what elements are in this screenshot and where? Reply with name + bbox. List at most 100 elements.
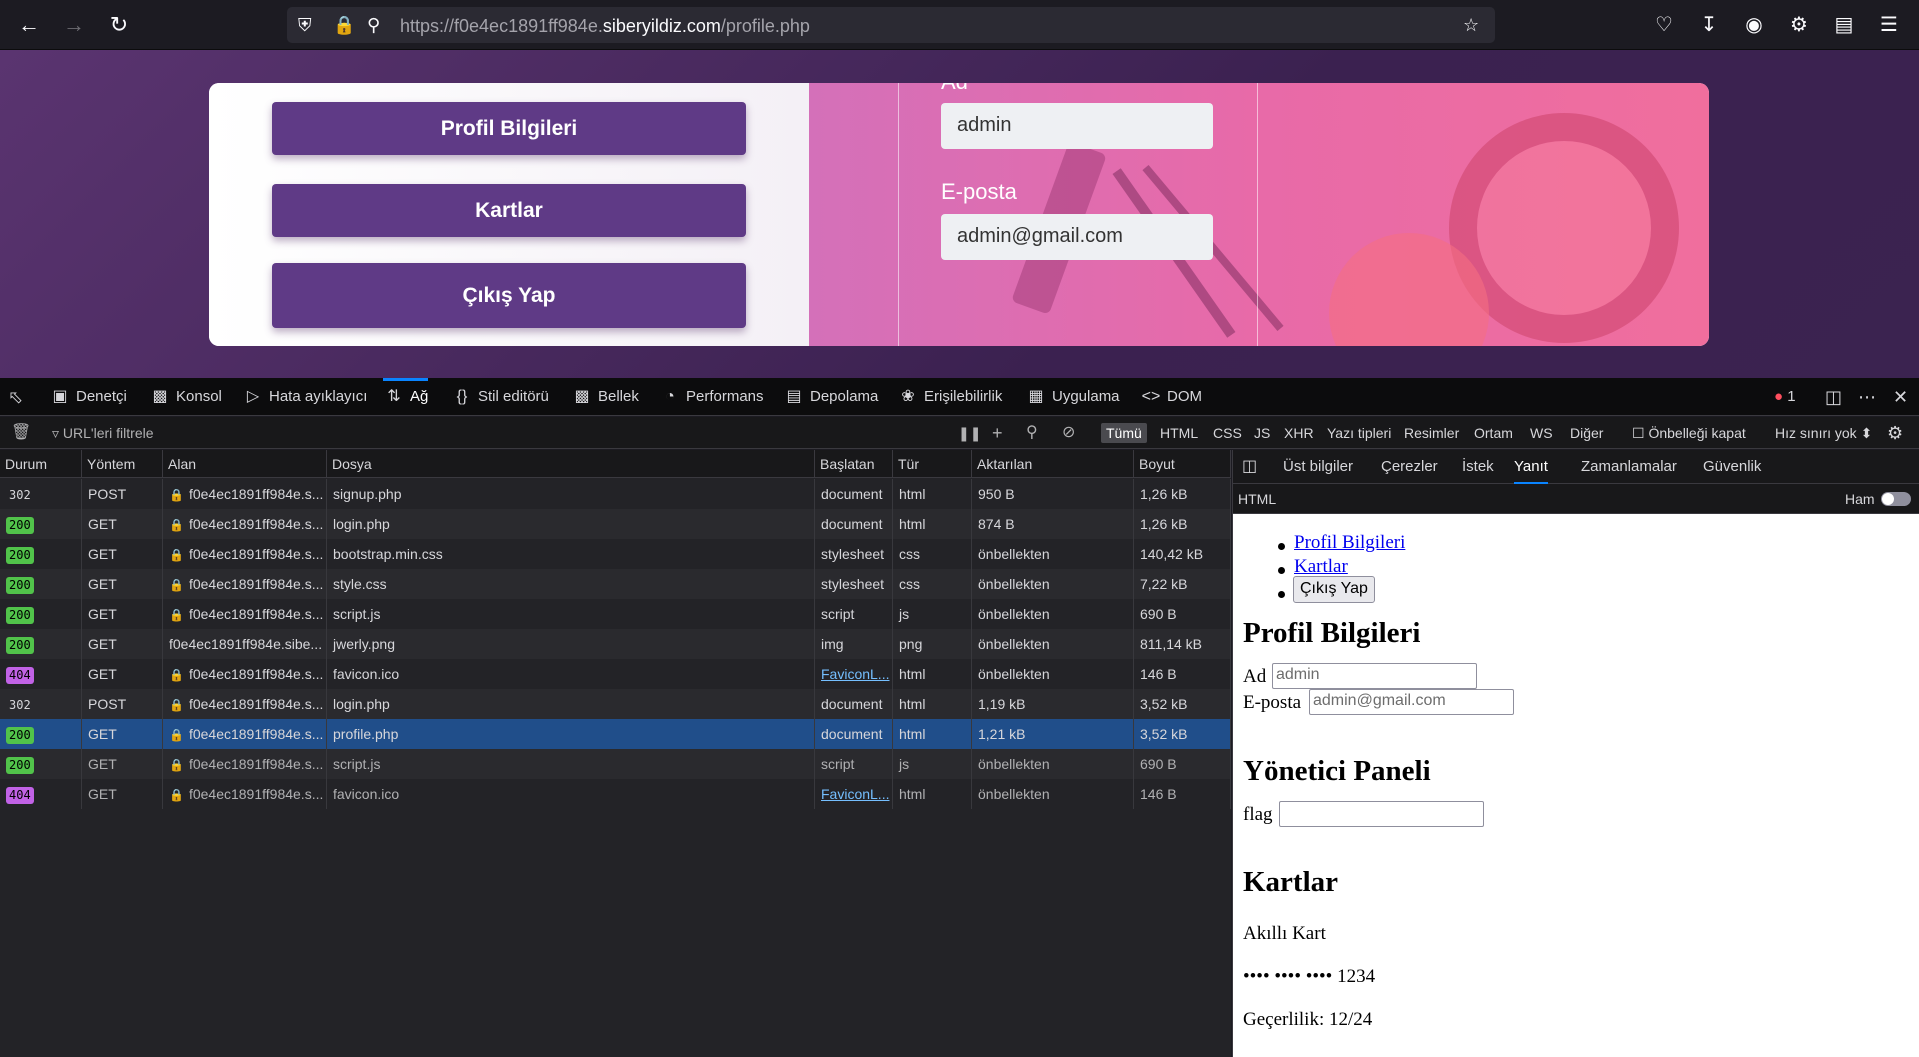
search-icon[interactable]: ⚲ [1026,417,1038,449]
ad-input[interactable]: admin [1272,663,1477,689]
table-row[interactable]: 200 GET f0e4ec1891ff984e.sibe... jwerly.png… [0,629,1231,659]
eposta-input[interactable]: admin@gmail.com [1309,689,1514,715]
column-header[interactable]: Tür [893,450,972,478]
disable-cache-checkbox[interactable]: ☐ Önbelleği kapat [1632,417,1746,449]
devtools-tab-8[interactable]: ❀ Erişilebilirlik [897,378,1002,416]
type-filter-8[interactable]: WS [1530,417,1553,449]
cell-domain: 🔒 f0e4ec1891ff984e.s... [163,479,327,509]
settings-gear-icon[interactable]: ⚙ [1887,417,1903,449]
bookmark-star-icon[interactable]: ☆ [1463,13,1479,37]
account-icon[interactable]: ◉ [1741,12,1767,38]
details-tab-0[interactable]: Üst bilgiler [1283,450,1353,484]
domain-text: f0e4ec1891ff984e.s... [188,756,324,772]
dock-icon[interactable]: ◫ [1825,378,1842,416]
profil-bilgileri-button[interactable]: Profil Bilgileri [272,102,746,155]
devtools-tab-10[interactable]: <> DOM [1140,378,1202,416]
table-row[interactable]: 200 GET 🔒 f0e4ec1891ff984e.s... script.js scr… [0,599,1231,629]
menu-icon[interactable]: ☰ [1876,12,1902,38]
reload-icon[interactable]: ↻ [104,10,134,40]
cell-file: style.css [327,569,815,599]
table-row[interactable]: 302 POST 🔒 f0e4ec1891ff984e.s... login.php do… [0,689,1231,719]
devtools-tab-5[interactable]: ▩ Bellek [571,378,638,416]
pocket-icon[interactable]: ♡ [1651,12,1677,38]
column-header[interactable]: Dosya [327,450,815,478]
devtools-tab-3[interactable]: ⇅ Ağ [383,378,429,416]
details-tab-1[interactable]: Çerezler [1381,450,1438,484]
table-row[interactable]: 200 GET 🔒 f0e4ec1891ff984e.s... profile.php d… [0,719,1231,749]
cell-transferred: önbellekten [972,659,1134,689]
devtools-tab-9[interactable]: ▦ Uygulama [1025,378,1119,416]
type-filter-6[interactable]: Resimler [1404,417,1459,449]
pause-icon[interactable]: ❚❚ [958,417,981,449]
raw-toggle[interactable] [1881,492,1911,506]
column-header[interactable]: Alan [163,450,327,478]
devtools-tab-6[interactable]: ◔ Performans [659,378,763,416]
column-header[interactable]: Durum [0,450,82,478]
email-field[interactable]: admin@gmail.com [941,214,1213,260]
kartlar-button[interactable]: Kartlar [272,184,746,237]
initiator-link[interactable]: FaviconL... [821,786,889,802]
more-options-icon[interactable]: ⋯ [1858,378,1876,416]
initiator-link[interactable]: FaviconL... [821,666,889,682]
type-filter-4[interactable]: XHR [1284,417,1314,449]
memory-icon: ▩ [574,388,590,405]
download-icon[interactable]: ↧ [1696,12,1722,38]
back-arrow-icon[interactable]: ← [14,10,44,40]
devtools-tab-0[interactable]: ▣ Denetçi [49,378,126,416]
devtools-tab-1[interactable]: ▩ Konsol [149,378,221,416]
type-filter-7[interactable]: Ortam [1474,417,1513,449]
column-header[interactable]: Başlatan [815,450,893,478]
cell-type: css [893,539,972,569]
trash-icon[interactable]: 🗑 [11,417,31,449]
cell-domain: f0e4ec1891ff984e.sibe... [163,629,327,659]
flag-input[interactable] [1279,801,1484,827]
error-icon[interactable]: ● 1 [1774,378,1796,416]
details-tab-5[interactable]: Güvenlik [1703,450,1761,484]
add-icon[interactable]: + [992,417,1003,449]
details-tab-2[interactable]: İstek [1462,450,1494,484]
type-filter-5[interactable]: Yazı tipleri [1327,417,1391,449]
extensions-icon[interactable]: ⚙ [1786,12,1812,38]
key-icon[interactable]: ⚲ [367,13,380,37]
table-row[interactable]: 302 POST 🔒 f0e4ec1891ff984e.s... signup.php d… [0,479,1231,509]
forward-arrow-icon[interactable]: → [59,10,89,40]
column-header[interactable]: Boyut [1134,450,1231,478]
shield-icon[interactable]: ⛨ [298,13,312,37]
url-bar[interactable]: ⛨ 🔒 ⚲ https://f0e4ec1891ff984e.siberyild… [287,7,1495,43]
cikis-yap-button[interactable]: Çıkış Yap [272,263,746,328]
type-filter-9[interactable]: Diğer [1570,417,1603,449]
devtools-tab-label: Depolama [810,388,879,405]
filter-urls-input[interactable]: ▿ URL'leri filtrele [52,417,154,449]
throttle-select[interactable]: Hız sınırı yok ⬍ [1775,417,1872,449]
toggle-sidebar-icon[interactable]: ◫ [1242,450,1257,484]
type-filter-2[interactable]: CSS [1213,417,1242,449]
table-row[interactable]: 200 GET 🔒 f0e4ec1891ff984e.s... style.css sty… [0,569,1231,599]
column-header[interactable]: Yöntem [82,450,163,478]
devtools-tab-2[interactable]: ▷ Hata ayıklayıcı [242,378,368,416]
devtools-tab-4[interactable]: {} Stil editörü [451,378,549,416]
table-row[interactable]: 404 GET 🔒 f0e4ec1891ff984e.s... favicon.ico F… [0,779,1231,809]
block-icon[interactable]: ⊘ [1062,417,1075,449]
storage-icon: ▤ [786,388,802,405]
name-field[interactable]: admin [941,103,1213,149]
type-filter-0[interactable]: Tümü [1101,423,1147,443]
devtools-tab-label: Hata ayıklayıcı [269,388,368,405]
lock-icon[interactable]: 🔒 [333,13,355,37]
lock-icon: 🔒 [169,758,184,772]
table-row[interactable]: 200 GET 🔒 f0e4ec1891ff984e.s... bootstrap.mi… [0,539,1231,569]
column-header[interactable]: Aktarılan [972,450,1134,478]
profil-bilgileri-link[interactable]: Profil Bilgileri [1294,532,1405,554]
sidebar-icon[interactable]: ▤ [1831,12,1857,38]
cikis-yap-preview-button[interactable]: Çıkış Yap [1293,576,1375,603]
table-row[interactable]: 200 GET 🔒 f0e4ec1891ff984e.s... script.js scr… [0,749,1231,779]
devtools-tab-7[interactable]: ▤ Depolama [783,378,878,416]
details-tab-3[interactable]: Yanıt [1514,450,1548,484]
type-filter-1[interactable]: HTML [1160,417,1198,449]
type-filter-3[interactable]: JS [1254,417,1270,449]
element-picker-icon[interactable]: ⬁ [8,378,23,416]
details-tab-4[interactable]: Zamanlamalar [1581,450,1677,484]
table-row[interactable]: 200 GET 🔒 f0e4ec1891ff984e.s... login.php doc… [0,509,1231,539]
kartlar-link[interactable]: Kartlar [1294,556,1348,578]
table-row[interactable]: 404 GET 🔒 f0e4ec1891ff984e.s... favicon.ico F… [0,659,1231,689]
close-devtools-icon[interactable]: ✕ [1893,378,1908,416]
